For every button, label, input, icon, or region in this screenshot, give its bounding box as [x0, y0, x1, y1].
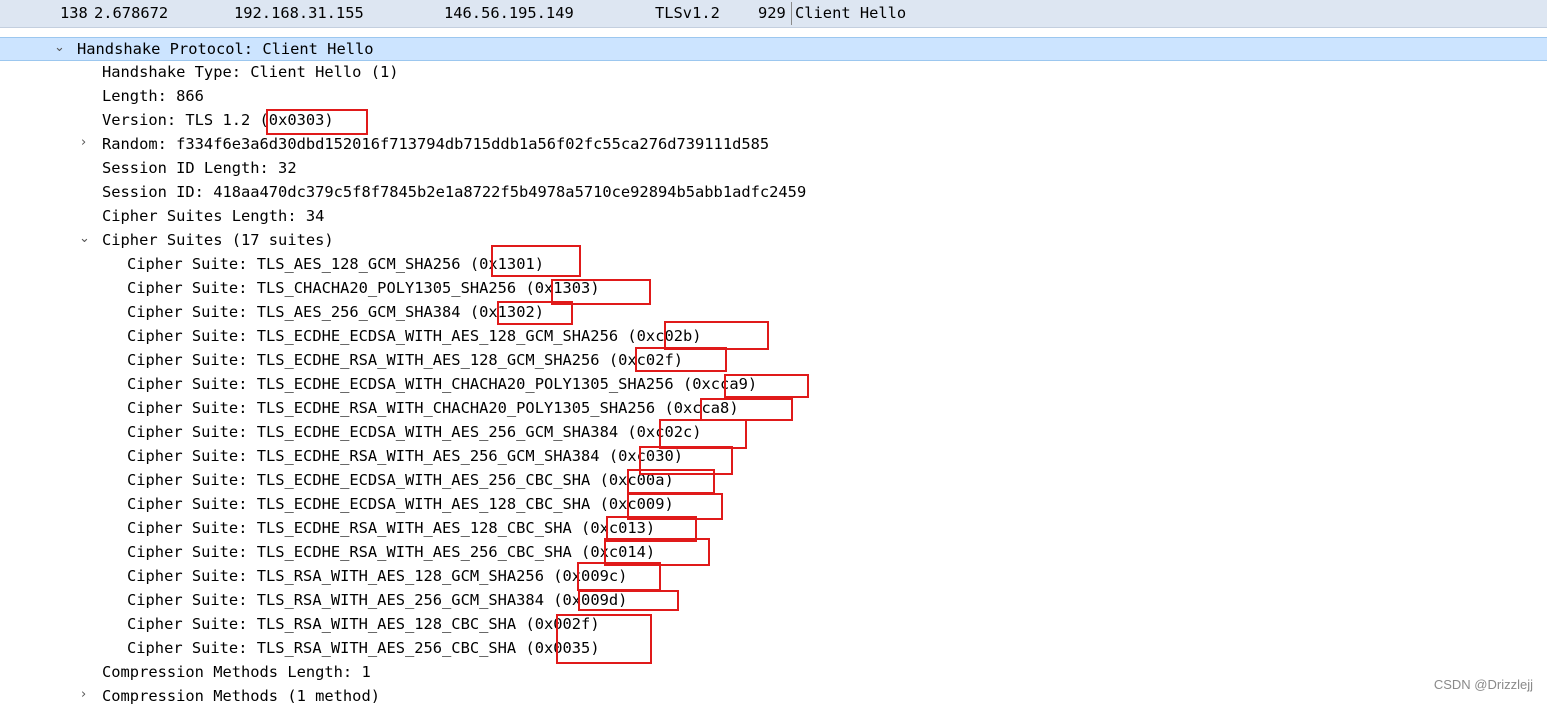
- tree-label: Handshake Protocol: Client Hello: [77, 40, 374, 58]
- packet-source: 192.168.31.155: [234, 4, 364, 22]
- tree-item-session-id[interactable]: Session ID: 418aa470dc379c5f8f7845b2e1a8…: [0, 181, 1547, 205]
- cipher-suite-item[interactable]: Cipher Suite: TLS_ECDHE_RSA_WITH_AES_256…: [0, 541, 1547, 565]
- annotation-box: [627, 469, 715, 494]
- cipher-suite-item[interactable]: Cipher Suite: TLS_AES_128_GCM_SHA256 (0x…: [0, 253, 1547, 277]
- tree-label: Handshake Type: Client Hello (1): [102, 63, 399, 81]
- pane-divider: [0, 28, 1547, 37]
- annotation-box: [659, 419, 747, 449]
- cipher-suite-name: Cipher Suite: TLS_ECDHE_ECDSA_WITH_CHACH…: [127, 375, 674, 393]
- cipher-suite-name: Cipher Suite: TLS_AES_256_GCM_SHA384: [127, 303, 461, 321]
- watermark: CSDN @Drizzlejj: [1433, 677, 1533, 692]
- tree-item-version[interactable]: Version: TLS 1.2 (0x0303): [0, 109, 1547, 133]
- packet-info: Client Hello: [795, 4, 907, 22]
- tree-item-compression-methods-length[interactable]: Compression Methods Length: 1: [0, 661, 1547, 685]
- cipher-suite-name: Cipher Suite: TLS_ECDHE_ECDSA_WITH_AES_2…: [127, 423, 619, 441]
- tree-label: Cipher Suites (17 suites): [102, 231, 334, 249]
- cipher-suite-item[interactable]: Cipher Suite: TLS_ECDHE_ECDSA_WITH_AES_2…: [0, 469, 1547, 493]
- packet-destination: 146.56.195.149: [444, 4, 574, 22]
- cipher-suite-item[interactable]: Cipher Suite: TLS_RSA_WITH_AES_256_GCM_S…: [0, 589, 1547, 613]
- cipher-suite-name: Cipher Suite: TLS_RSA_WITH_AES_128_GCM_S…: [127, 567, 544, 585]
- cipher-suite-item[interactable]: Cipher Suite: TLS_ECDHE_ECDSA_WITH_AES_2…: [0, 421, 1547, 445]
- cipher-suite-item[interactable]: Cipher Suite: TLS_CHACHA20_POLY1305_SHA2…: [0, 277, 1547, 301]
- packet-time: 2.678672: [94, 4, 169, 22]
- cipher-suite-item[interactable]: Cipher Suite: TLS_ECDHE_RSA_WITH_AES_128…: [0, 517, 1547, 541]
- cipher-suite-name: Cipher Suite: TLS_ECDHE_RSA_WITH_AES_128…: [127, 351, 600, 369]
- annotation-box: [635, 347, 727, 372]
- annotation-box: [497, 301, 573, 325]
- annotation-box: [266, 109, 368, 135]
- packet-list-row[interactable]: 138 2.678672 192.168.31.155 146.56.195.1…: [0, 0, 1547, 28]
- version-label: Version: TLS 1.2: [102, 111, 260, 129]
- tree-item-length[interactable]: Length: 866: [0, 85, 1547, 109]
- cipher-suite-name: Cipher Suite: TLS_AES_128_GCM_SHA256: [127, 255, 461, 273]
- tree-item-random[interactable]: › Random: f334f6e3a6d30dbd152016f713794d…: [0, 133, 1547, 157]
- tree-item-cipher-suites[interactable]: ⌄ Cipher Suites (17 suites): [0, 229, 1547, 253]
- cipher-suite-name: Cipher Suite: TLS_CHACHA20_POLY1305_SHA2…: [127, 279, 517, 297]
- chevron-down-icon[interactable]: ⌄: [54, 40, 68, 60]
- tree-item-session-id-length[interactable]: Session ID Length: 32: [0, 157, 1547, 181]
- cipher-suite-item[interactable]: Cipher Suite: TLS_ECDHE_RSA_WITH_AES_128…: [0, 349, 1547, 373]
- tree-label: Session ID Length: 32: [102, 159, 297, 177]
- tree-label: Random: f334f6e3a6d30dbd152016f713794db7…: [102, 135, 770, 153]
- cipher-suite-item[interactable]: Cipher Suite: TLS_AES_256_GCM_SHA384 (0x…: [0, 301, 1547, 325]
- tree-label: Cipher Suites Length: 34: [102, 207, 325, 225]
- packet-protocol: TLSv1.2: [655, 4, 720, 22]
- cipher-suite-name: Cipher Suite: TLS_ECDHE_ECDSA_WITH_AES_1…: [127, 327, 619, 345]
- cipher-suite-name: Cipher Suite: TLS_RSA_WITH_AES_128_CBC_S…: [127, 615, 517, 633]
- cipher-suite-name: Cipher Suite: TLS_ECDHE_RSA_WITH_CHACHA2…: [127, 399, 656, 417]
- cipher-suite-item[interactable]: Cipher Suite: TLS_RSA_WITH_AES_128_GCM_S…: [0, 565, 1547, 589]
- cipher-suite-item[interactable]: Cipher Suite: TLS_ECDHE_ECDSA_WITH_AES_1…: [0, 325, 1547, 349]
- cipher-suite-name: Cipher Suite: TLS_ECDHE_ECDSA_WITH_AES_1…: [127, 495, 591, 513]
- cipher-suite-item[interactable]: Cipher Suite: TLS_RSA_WITH_AES_256_CBC_S…: [0, 637, 1547, 661]
- cipher-suite-item[interactable]: Cipher Suite: TLS_RSA_WITH_AES_128_CBC_S…: [0, 613, 1547, 637]
- packet-number: 138: [60, 4, 88, 22]
- cipher-suite-name: Cipher Suite: TLS_ECDHE_RSA_WITH_AES_256…: [127, 447, 600, 465]
- tree-label: Compression Methods (1 method): [102, 687, 380, 705]
- annotation-box: [724, 374, 809, 398]
- annotation-box: [700, 398, 793, 421]
- packet-length: 929: [758, 4, 786, 22]
- cipher-suite-item[interactable]: Cipher Suite: TLS_ECDHE_RSA_WITH_AES_256…: [0, 445, 1547, 469]
- tree-label: Compression Methods Length: 1: [102, 663, 371, 681]
- annotation-box: [577, 562, 661, 591]
- tree-item-handshake-type[interactable]: Handshake Type: Client Hello (1): [0, 61, 1547, 85]
- annotation-box: [556, 614, 652, 664]
- cipher-suite-name: Cipher Suite: TLS_ECDHE_RSA_WITH_AES_128…: [127, 519, 572, 537]
- cipher-suite-name: Cipher Suite: TLS_ECDHE_ECDSA_WITH_AES_2…: [127, 471, 591, 489]
- tree-item-cipher-suites-length[interactable]: Cipher Suites Length: 34: [0, 205, 1547, 229]
- chevron-down-icon[interactable]: ⌄: [79, 231, 93, 251]
- tree-item-compression-methods[interactable]: › Compression Methods (1 method): [0, 685, 1547, 709]
- chevron-right-icon[interactable]: ›: [81, 687, 95, 707]
- column-separator: [791, 2, 792, 25]
- annotation-box: [578, 590, 679, 611]
- cipher-suite-item[interactable]: Cipher Suite: TLS_ECDHE_ECDSA_WITH_AES_1…: [0, 493, 1547, 517]
- annotation-box: [491, 245, 581, 277]
- tree-label: Length: 866: [102, 87, 204, 105]
- cipher-suite-name: Cipher Suite: TLS_RSA_WITH_AES_256_CBC_S…: [127, 639, 517, 657]
- cipher-suite-name: Cipher Suite: TLS_RSA_WITH_AES_256_GCM_S…: [127, 591, 544, 609]
- cipher-suite-name: Cipher Suite: TLS_ECDHE_RSA_WITH_AES_256…: [127, 543, 572, 561]
- chevron-right-icon[interactable]: ›: [81, 135, 95, 155]
- tree-label: Session ID: 418aa470dc379c5f8f7845b2e1a8…: [102, 183, 807, 201]
- annotation-box: [664, 321, 769, 350]
- tree-item-handshake-protocol[interactable]: ⌄ Handshake Protocol: Client Hello: [0, 37, 1547, 61]
